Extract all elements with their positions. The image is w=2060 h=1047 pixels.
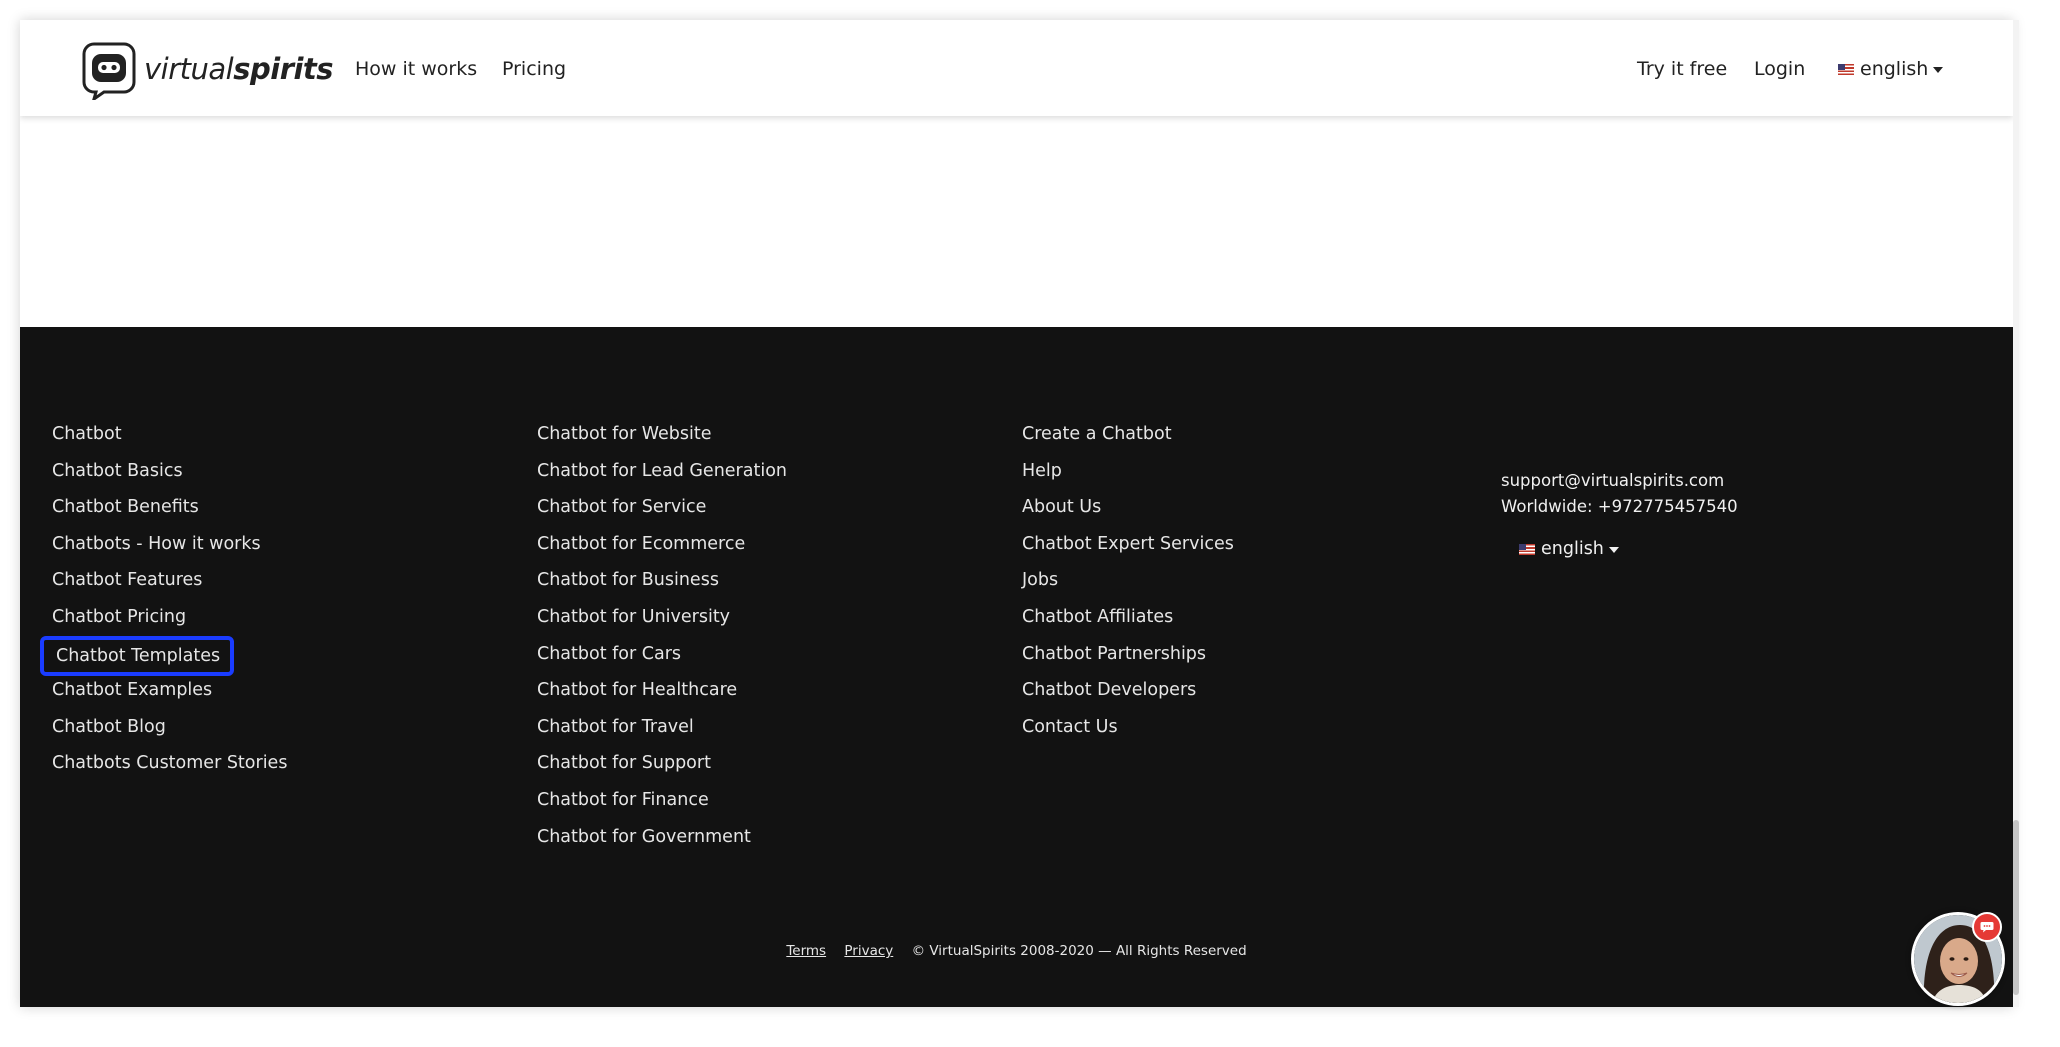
footer-link-chatbot-examples[interactable]: Chatbot Examples (52, 678, 287, 715)
page-scrollbar-thumb[interactable] (2013, 820, 2019, 995)
footer-link-ecommerce[interactable]: Chatbot for Ecommerce (537, 532, 787, 569)
site-logo[interactable]: virtualspirits (82, 40, 334, 103)
footer-link-about-us[interactable]: About Us (1022, 495, 1234, 532)
copyright-text: © VirtualSpirits 2008-2020 — All Rights … (911, 943, 1247, 959)
caret-down-icon (1933, 67, 1944, 73)
logo-wordmark: virtualspirits (144, 52, 334, 86)
footer-link-partnerships[interactable]: Chatbot Partnerships (1022, 642, 1234, 679)
footer-column-company: Create a Chatbot Help About Us Chatbot E… (1022, 422, 1234, 751)
browser-viewport: virtualspirits How it works Pricing Try … (20, 20, 2013, 1007)
footer-link-developers[interactable]: Chatbot Developers (1022, 678, 1234, 715)
footer-link-chatbot-basics[interactable]: Chatbot Basics (52, 459, 287, 496)
footer-link-university[interactable]: Chatbot for University (537, 605, 787, 642)
privacy-link[interactable]: Privacy (844, 943, 893, 959)
footer-link-customer-stories[interactable]: Chatbots Customer Stories (52, 751, 287, 788)
footer-link-finance[interactable]: Chatbot for Finance (537, 788, 787, 825)
robot-logo-icon (82, 42, 136, 103)
footer-column-industries: Chatbot for Website Chatbot for Lead Gen… (537, 422, 787, 861)
footer-link-service[interactable]: Chatbot for Service (537, 495, 787, 532)
footer-contact-info: support@virtualspirits.com Worldwide: +9… (1501, 468, 1738, 520)
chat-bubble-icon (1980, 922, 1994, 933)
support-phone: Worldwide: +972775457540 (1501, 497, 1738, 516)
chat-notification-badge[interactable] (1972, 912, 2002, 942)
footer-link-chatbot-benefits[interactable]: Chatbot Benefits (52, 495, 287, 532)
footer-link-chatbot-templates[interactable]: Chatbot Templates (40, 635, 287, 679)
top-navbar: virtualspirits How it works Pricing Try … (20, 20, 2013, 116)
footer-link-jobs[interactable]: Jobs (1022, 568, 1234, 605)
footer-link-chatbot[interactable]: Chatbot (52, 422, 287, 459)
footer-link-lead-generation[interactable]: Chatbot for Lead Generation (537, 459, 787, 496)
language-selector-footer[interactable]: english (1519, 539, 1619, 559)
footer-link-cars[interactable]: Chatbot for Cars (537, 642, 787, 679)
nav-try-free-link[interactable]: Try it free (1637, 58, 1727, 80)
footer-bottom-bar: Terms Privacy © VirtualSpirits 2008-2020… (20, 943, 2013, 959)
footer-link-affiliates[interactable]: Chatbot Affiliates (1022, 605, 1234, 642)
nav-login-link[interactable]: Login (1754, 58, 1805, 80)
us-flag-icon (1519, 543, 1535, 555)
nav-how-it-works-link[interactable]: How it works (355, 58, 477, 80)
footer-link-government[interactable]: Chatbot for Government (537, 825, 787, 862)
us-flag-icon (1838, 63, 1854, 75)
footer-link-travel[interactable]: Chatbot for Travel (537, 715, 787, 752)
support-email[interactable]: support@virtualspirits.com (1501, 468, 1738, 494)
footer-link-chatbot-features[interactable]: Chatbot Features (52, 568, 287, 605)
terms-link[interactable]: Terms (786, 943, 826, 959)
footer-link-create-chatbot[interactable]: Create a Chatbot (1022, 422, 1234, 459)
footer-link-website[interactable]: Chatbot for Website (537, 422, 787, 459)
caret-down-icon (1608, 547, 1619, 553)
footer-link-help[interactable]: Help (1022, 459, 1234, 496)
nav-pricing-link[interactable]: Pricing (502, 58, 566, 80)
language-selector-top[interactable]: english (1838, 58, 1944, 80)
footer-link-contact-us[interactable]: Contact Us (1022, 715, 1234, 752)
footer-link-business[interactable]: Chatbot for Business (537, 568, 787, 605)
language-label: english (1860, 58, 1929, 80)
footer-language-label: english (1541, 539, 1604, 559)
footer-link-expert-services[interactable]: Chatbot Expert Services (1022, 532, 1234, 569)
highlight-box[interactable]: Chatbot Templates (40, 635, 235, 676)
site-footer: Chatbot Chatbot Basics Chatbot Benefits … (20, 327, 2013, 1007)
footer-link-support[interactable]: Chatbot for Support (537, 751, 787, 788)
footer-link-chatbot-blog[interactable]: Chatbot Blog (52, 715, 287, 752)
footer-link-how-it-works[interactable]: Chatbots - How it works (52, 532, 287, 569)
footer-link-healthcare[interactable]: Chatbot for Healthcare (537, 678, 787, 715)
footer-column-chatbot: Chatbot Chatbot Basics Chatbot Benefits … (40, 422, 287, 788)
